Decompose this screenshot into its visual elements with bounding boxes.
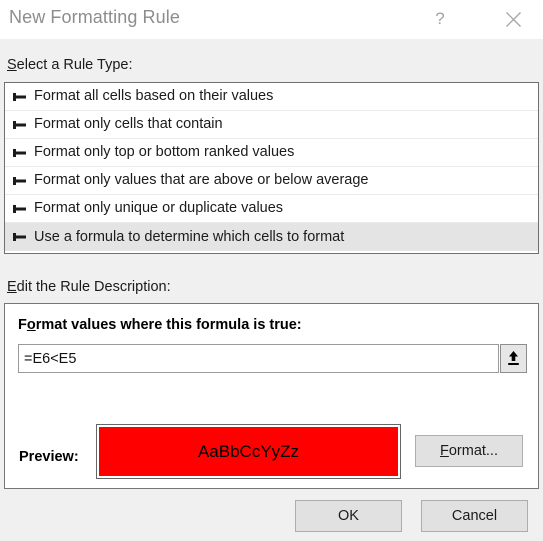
rule-type-item-label: Format only cells that contain [34, 116, 223, 133]
rule-type-item-5[interactable]: Use a formula to determine which cells t… [5, 223, 538, 251]
rule-type-section-label: Select a Rule Type: [7, 57, 132, 73]
formula-heading-accel: o [26, 317, 36, 333]
preview-sample-text: AaBbCcYyZz [99, 427, 398, 476]
rule-type-item-3[interactable]: Format only values that are above or bel… [5, 167, 538, 195]
rule-type-bullet-icon [12, 175, 29, 187]
rule-type-item-label: Format only unique or duplicate values [34, 200, 284, 217]
preview-swatch: AaBbCcYyZz [96, 424, 401, 479]
formula-heading-rest: rmat values where this formula is true: [35, 317, 302, 333]
rule-type-item-label: Format only top or bottom ranked values [34, 144, 295, 161]
rule-type-item-label: Format all cells based on their values [34, 88, 274, 105]
preview-label: Preview: [19, 449, 79, 465]
rule-type-item-label: Format only values that are above or bel… [34, 172, 369, 189]
rule-type-bullet-icon [12, 231, 29, 243]
dialog-titlebar: New Formatting Rule ? [0, 0, 543, 39]
format-button-rest: ormat... [448, 443, 498, 459]
rule-type-bullet-icon [12, 203, 29, 215]
cancel-button[interactable]: Cancel [421, 500, 528, 532]
rule-type-item-2[interactable]: Format only top or bottom ranked values [5, 139, 538, 167]
rule-type-label-accel: S [7, 57, 17, 73]
rule-type-item-label: Use a formula to determine which cells t… [34, 228, 345, 245]
rule-type-listbox[interactable]: Format all cells based on their values F… [4, 82, 539, 254]
rule-description-panel: Format values where this formula is true… [4, 303, 539, 489]
svg-text:?: ? [435, 9, 444, 28]
rule-type-bullet-icon [12, 147, 29, 159]
collapse-dialog-up-arrow-icon[interactable] [500, 344, 527, 373]
close-icon[interactable] [498, 4, 528, 34]
formula-heading-pre: F [18, 317, 27, 333]
formula-input[interactable] [18, 344, 499, 373]
dialog-title: New Formatting Rule [9, 7, 180, 27]
rule-description-label-rest: dit the Rule Description: [16, 279, 171, 295]
formula-heading: Format values where this formula is true… [18, 317, 302, 333]
rule-type-item-0[interactable]: Format all cells based on their values [5, 83, 538, 111]
rule-description-label-accel: E [7, 279, 17, 295]
rule-type-item-1[interactable]: Format only cells that contain [5, 111, 538, 139]
rule-type-bullet-icon [12, 119, 29, 131]
help-icon[interactable]: ? [425, 4, 455, 34]
rule-description-section-label: Edit the Rule Description: [7, 279, 171, 295]
ok-button[interactable]: OK [295, 500, 402, 532]
formula-row [18, 344, 527, 373]
rule-type-item-4[interactable]: Format only unique or duplicate values [5, 195, 538, 223]
rule-type-label-rest: elect a Rule Type: [16, 57, 133, 73]
format-button[interactable]: Format... [415, 435, 523, 467]
format-button-accel: F [439, 443, 449, 459]
rule-type-bullet-icon [12, 91, 29, 103]
